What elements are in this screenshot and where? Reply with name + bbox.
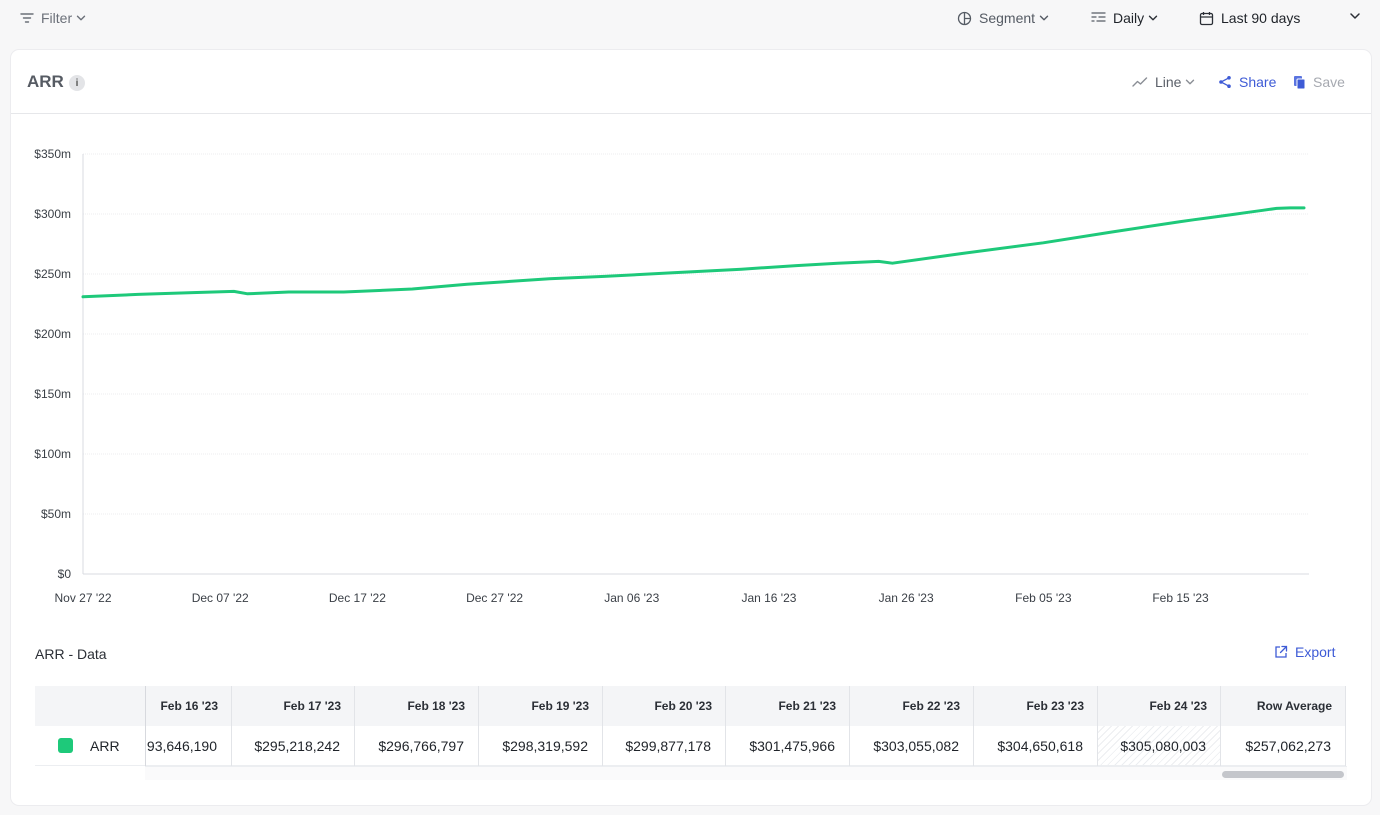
interval-label: Daily	[1113, 10, 1145, 26]
table-column: Feb 17 '23 $295,218,242	[232, 686, 355, 766]
table-scroll-area[interactable]: Feb 16 '23 93,646,190 Feb 17 '23 $295,218,2…	[145, 686, 1347, 766]
column-header[interactable]: Feb 17 '23	[232, 686, 354, 726]
chevron-down-icon	[76, 15, 86, 21]
table-row: ARR	[35, 726, 145, 766]
table-cell: $295,218,242	[232, 726, 354, 766]
segment-icon	[957, 11, 972, 25]
date-range-label: Last 90 days	[1221, 10, 1301, 26]
chart-type-label: Line	[1155, 74, 1182, 90]
data-section-title: ARR - Data	[35, 646, 107, 662]
save-icon	[1294, 75, 1306, 89]
series-color-swatch	[58, 738, 73, 753]
column-header[interactable]: Feb 20 '23	[603, 686, 725, 726]
x-tick-label: Dec 27 '22	[466, 591, 523, 605]
table-cell: $303,055,082	[850, 726, 973, 766]
y-tick-label: $200m	[34, 327, 71, 341]
table-column: Feb 20 '23 $299,877,178	[603, 686, 726, 766]
series-name: ARR	[90, 737, 120, 754]
table-column: Feb 16 '23 93,646,190	[146, 686, 232, 766]
y-tick-label: $350m	[34, 147, 71, 161]
filter-label: Filter	[41, 10, 73, 26]
data-table: ARR Feb 16 '23 93,646,190 Feb 17 '23 $295,2…	[35, 686, 1347, 786]
table-cell: 93,646,190	[146, 726, 231, 766]
x-tick-label: Nov 27 '22	[55, 591, 112, 605]
x-tick-label: Jan 06 '23	[604, 591, 659, 605]
y-tick-label: $150m	[34, 387, 71, 401]
interval-icon	[1091, 12, 1106, 22]
table-column: Feb 21 '23 $301,475,966	[726, 686, 850, 766]
report-title: ARR	[27, 72, 64, 91]
x-tick-label: Dec 17 '22	[329, 591, 386, 605]
share-button[interactable]: Share	[1218, 72, 1276, 92]
share-icon	[1219, 76, 1231, 88]
chart-svg: $0 $50m $100m $150m $200m $250m $300m $350m Nov …	[34, 147, 1309, 605]
calendar-icon	[1199, 11, 1214, 25]
x-tick-label: Feb 15 '23	[1152, 591, 1209, 605]
table-cell: $304,650,618	[974, 726, 1097, 766]
arr-line-chart: $0 $50m $100m $150m $200m $250m $300m $350m Nov …	[11, 114, 1371, 614]
y-tick-label: $300m	[34, 207, 71, 221]
export-icon	[1275, 645, 1288, 658]
segment-button[interactable]: Segment	[957, 8, 1049, 28]
info-icon[interactable]: i	[69, 75, 85, 91]
table-cell: $296,766,797	[355, 726, 478, 766]
table-cell: $257,062,273	[1221, 726, 1345, 766]
filter-icon	[20, 13, 34, 23]
y-tick-label: $100m	[34, 447, 71, 461]
share-label: Share	[1239, 74, 1277, 90]
column-header[interactable]: Feb 21 '23	[726, 686, 849, 726]
chevron-down-icon	[1350, 13, 1360, 19]
table-cell: $298,319,592	[479, 726, 602, 766]
horizontal-scrollbar[interactable]	[145, 766, 1347, 780]
table-cell: $305,080,003	[1098, 726, 1220, 766]
chevron-down-icon	[1039, 15, 1049, 21]
date-range-select[interactable]: Last 90 days	[1199, 8, 1361, 28]
segment-label: Segment	[979, 10, 1036, 26]
table-column: Feb 24 '23 $305,080,003	[1098, 686, 1221, 766]
save-button[interactable]: Save	[1293, 72, 1345, 92]
column-header[interactable]: Feb 24 '23	[1098, 686, 1220, 726]
x-tick-label: Dec 07 '22	[192, 591, 249, 605]
x-tick-label: Jan 16 '23	[741, 591, 796, 605]
save-label: Save	[1313, 74, 1345, 90]
chevron-down-icon	[1186, 79, 1195, 85]
line-chart-icon	[1132, 77, 1148, 87]
series-line-arr	[81, 206, 1306, 299]
export-button[interactable]: Export	[1274, 644, 1335, 660]
card-header: ARR i Line Share Save	[11, 50, 1371, 114]
column-header[interactable]: Row Average	[1221, 686, 1345, 726]
table-column: Feb 19 '23 $298,319,592	[479, 686, 603, 766]
column-header[interactable]: Feb 16 '23	[146, 686, 231, 726]
column-header[interactable]: Feb 18 '23	[355, 686, 478, 726]
y-tick-label: $250m	[34, 267, 71, 281]
row-header-blank	[35, 686, 145, 726]
column-header[interactable]: Feb 23 '23	[974, 686, 1097, 726]
column-header[interactable]: Feb 22 '23	[850, 686, 973, 726]
chart-type-select[interactable]: Line	[1132, 72, 1195, 92]
table-cell: $301,475,966	[726, 726, 849, 766]
table-column: Feb 18 '23 $296,766,797	[355, 686, 479, 766]
column-header[interactable]: Feb 19 '23	[479, 686, 602, 726]
row-header-column: ARR	[35, 686, 145, 766]
top-toolbar: Filter Segment Daily Last 90 days	[0, 0, 1380, 36]
y-tick-label: $50m	[41, 507, 71, 521]
y-tick-label: $0	[58, 567, 72, 581]
table-column: Feb 23 '23 $304,650,618	[974, 686, 1098, 766]
x-tick-label: Jan 26 '23	[879, 591, 934, 605]
chevron-down-icon	[1148, 15, 1158, 21]
table-column: Row Average $257,062,273	[1221, 686, 1346, 766]
x-tick-label: Feb 05 '23	[1015, 591, 1072, 605]
export-label: Export	[1295, 644, 1336, 660]
filter-button[interactable]: Filter	[20, 8, 86, 28]
arr-report-card: ARR i Line Share Save $0 $50m $100m $150m $2…	[11, 50, 1371, 805]
interval-button[interactable]: Daily	[1091, 8, 1158, 28]
scrollbar-thumb[interactable]	[1222, 771, 1344, 778]
table-column: Feb 22 '23 $303,055,082	[850, 686, 974, 766]
table-cell: $299,877,178	[603, 726, 725, 766]
